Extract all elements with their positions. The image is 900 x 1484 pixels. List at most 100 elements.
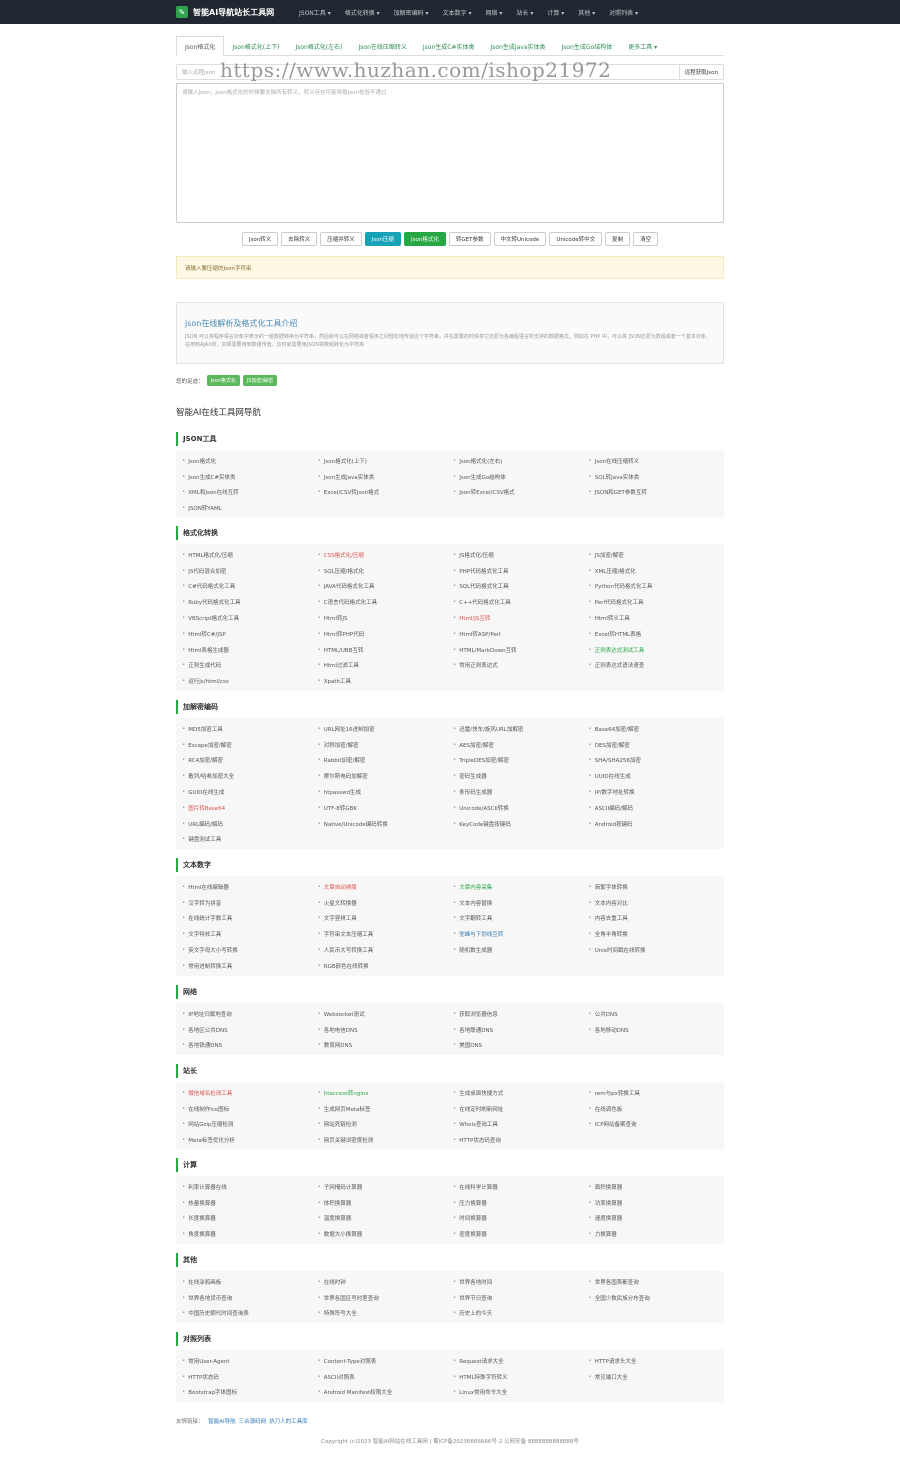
history-tag[interactable]: Json格式化 xyxy=(206,375,240,386)
tool-link[interactable]: • 温度换算器 xyxy=(318,1211,454,1227)
tool-link[interactable]: • HTTP状态码查询 xyxy=(453,1132,589,1148)
tool-link[interactable]: • XML压缩/格式化 xyxy=(589,563,725,579)
tool-link[interactable]: • 正则表达式测试工具 xyxy=(589,642,725,658)
tool-link[interactable]: • HTML/MarkDown互转 xyxy=(453,642,589,658)
action-button[interactable]: Json格式化 xyxy=(404,232,446,246)
tool-link[interactable]: • IP地址归属地查询 xyxy=(182,1006,318,1022)
tool-link[interactable]: • IP/数字地址转换 xyxy=(589,784,725,800)
tab-item[interactable]: Json格式化(左右) xyxy=(287,36,350,56)
tool-link[interactable]: • 在线时钟 xyxy=(318,1274,454,1290)
tool-link[interactable]: • 生成网页Meta标签 xyxy=(318,1101,454,1117)
tool-link[interactable]: • 散列/哈希加密大全 xyxy=(182,768,318,784)
nav-item[interactable]: 格式化转换 ▾ xyxy=(345,8,380,17)
tool-link[interactable]: • 数据大小换算器 xyxy=(318,1226,454,1242)
action-button[interactable]: 复制 xyxy=(605,232,631,246)
tool-link[interactable]: • 文字翻转工具 xyxy=(453,911,589,927)
tool-link[interactable]: • Json格式化 xyxy=(182,453,318,469)
tool-link[interactable]: • HTML特殊字符转义 xyxy=(453,1369,589,1385)
tool-link[interactable]: • 速度换算器 xyxy=(589,1211,725,1227)
tool-link[interactable]: • Json转Excel/CSV格式 xyxy=(453,485,589,501)
tool-link[interactable]: • 各地电信DNS xyxy=(318,1022,454,1038)
history-tag[interactable]: JS加密/解密 xyxy=(242,375,278,386)
friend-link[interactable]: 执刀人的工具库 xyxy=(269,1419,308,1425)
tool-link[interactable]: • 世界各国首都查询 xyxy=(589,1274,725,1290)
tool-link[interactable]: • 时间换算器 xyxy=(453,1211,589,1227)
tool-link[interactable]: • rem与px转换工具 xyxy=(589,1085,725,1101)
tool-link[interactable]: • Json格式化(左右) xyxy=(453,453,589,469)
tool-link[interactable]: • URL网址16进制加密 xyxy=(318,721,454,737)
action-button[interactable]: 去除转义 xyxy=(281,232,318,246)
tool-link[interactable]: • htaccess转nginx xyxy=(318,1085,454,1101)
friend-link[interactable]: 智能AI导航 xyxy=(208,1419,235,1425)
tool-link[interactable]: • Android按键码 xyxy=(589,816,725,832)
tool-link[interactable]: • 力换算器 xyxy=(589,1226,725,1242)
tool-link[interactable]: • 网站死链检测 xyxy=(318,1117,454,1133)
action-button[interactable]: Json压缩 xyxy=(364,232,402,246)
tool-link[interactable]: • XML和Json在线互转 xyxy=(182,485,318,501)
tool-link[interactable]: • 密度换算器 xyxy=(453,1226,589,1242)
tool-link[interactable]: • 全角半角转换 xyxy=(589,926,725,942)
tab-item[interactable]: Json在线压缩转义 xyxy=(351,36,415,56)
tool-link[interactable]: • UUID在线生成 xyxy=(589,768,725,784)
tool-link[interactable]: • Json生成Go结构体 xyxy=(453,469,589,485)
tool-link[interactable]: • 在线调色板 xyxy=(589,1101,725,1117)
action-button[interactable]: Json转义 xyxy=(241,232,279,246)
tool-link[interactable]: • 文章内容采集 xyxy=(453,879,589,895)
tab-item[interactable]: Json格式化 xyxy=(176,36,225,56)
tool-link[interactable]: • HTTP状态码 xyxy=(182,1369,318,1385)
tool-link[interactable]: • 迅雷/快车/旋风URL加解密 xyxy=(453,721,589,737)
tool-link[interactable]: • 随机数生成器 xyxy=(453,942,589,958)
nav-item[interactable]: 对照列表 ▾ xyxy=(609,8,638,17)
tool-link[interactable]: • Xpath工具 xyxy=(318,673,454,689)
tool-link[interactable]: • 文本内容对比 xyxy=(589,895,725,911)
action-button[interactable]: Unicode转中文 xyxy=(549,232,603,246)
tool-link[interactable]: • Unicode/ASCII转换 xyxy=(453,800,589,816)
tool-link[interactable]: • ASCII编码/解码 xyxy=(589,800,725,816)
tool-link[interactable]: • 对称加密/解密 xyxy=(318,737,454,753)
tool-link[interactable]: • 功率换算器 xyxy=(589,1195,725,1211)
tool-link[interactable]: • KeyCode键盘按键码 xyxy=(453,816,589,832)
tool-link[interactable]: • Perl代码格式化工具 xyxy=(589,594,725,610)
tool-link[interactable]: • 网站Gzip压缩检测 xyxy=(182,1117,318,1133)
tool-link[interactable]: • MD5加密工具 xyxy=(182,721,318,737)
tool-link[interactable]: • Python代码格式化工具 xyxy=(589,579,725,595)
tool-link[interactable]: • 获取浏览器信息 xyxy=(453,1006,589,1022)
tool-link[interactable]: • Html表格生成器 xyxy=(182,642,318,658)
tool-link[interactable]: • 常用进制转换工具 xyxy=(182,958,318,974)
tool-link[interactable]: • SQL转Java实体类 xyxy=(589,469,725,485)
tool-link[interactable]: • 在线制作ico图标 xyxy=(182,1101,318,1117)
tool-link[interactable]: • 网页关键词密度检测 xyxy=(318,1132,454,1148)
nav-item[interactable]: 网络 ▾ xyxy=(485,8,502,17)
tool-link[interactable]: • Excel/CSV转Json格式 xyxy=(318,485,454,501)
tool-link[interactable]: • Whois查询工具 xyxy=(453,1117,589,1133)
tool-link[interactable]: • Json生成C#实体类 xyxy=(182,469,318,485)
nav-item[interactable]: 其他 ▾ xyxy=(578,8,595,17)
tool-link[interactable]: • 公共DNS xyxy=(589,1006,725,1022)
tool-link[interactable]: • 各地铁通DNS xyxy=(182,1038,318,1054)
tool-link[interactable]: • 面积换算器 xyxy=(589,1179,725,1195)
tool-link[interactable]: • AES加密/解密 xyxy=(453,737,589,753)
tool-link[interactable]: • Linux常用命令大全 xyxy=(453,1385,589,1401)
tool-link[interactable]: • 密码生成器 xyxy=(453,768,589,784)
tool-link[interactable]: • 摩尔斯电码加解密 xyxy=(318,768,454,784)
tool-link[interactable]: • SQL代码格式化工具 xyxy=(453,579,589,595)
tool-link[interactable]: • 子网掩码计算器 xyxy=(318,1179,454,1195)
tool-link[interactable]: • Html在线编辑器 xyxy=(182,879,318,895)
tool-link[interactable]: • 利率计算器在线 xyxy=(182,1179,318,1195)
tool-link[interactable]: • TripleDES加密/解密 xyxy=(453,753,589,769)
tool-link[interactable]: • SHA/SHA256加密 xyxy=(589,753,725,769)
tool-link[interactable]: • 美国DNS xyxy=(453,1038,589,1054)
tool-link[interactable]: • JSON转YAML xyxy=(182,500,318,516)
nav-item[interactable]: 加解密编码 ▾ xyxy=(394,8,429,17)
tool-link[interactable]: • Excel转HTML表格 xyxy=(589,626,725,642)
tool-link[interactable]: • 常见端口大全 xyxy=(589,1369,725,1385)
tool-link[interactable]: • 历史上的今天 xyxy=(453,1306,589,1322)
tool-link[interactable]: • 教育网DNS xyxy=(318,1038,454,1054)
brand-logo[interactable]: ✎ 智能AI导航站长工具网 xyxy=(176,0,274,24)
tool-link[interactable]: • 全国少数民族分布查询 xyxy=(589,1290,725,1306)
json-editor[interactable]: 请输入Json，Json格式化的时候要去除所有转义，转义存在可能导致Json校验… xyxy=(176,83,724,223)
tool-link[interactable]: • Json生成Java实体类 xyxy=(318,469,454,485)
tool-link[interactable]: • 键盘测试工具 xyxy=(182,832,318,848)
tool-link[interactable]: • Html/JS互转 xyxy=(453,610,589,626)
tool-link[interactable]: • Websocket测试 xyxy=(318,1006,454,1022)
